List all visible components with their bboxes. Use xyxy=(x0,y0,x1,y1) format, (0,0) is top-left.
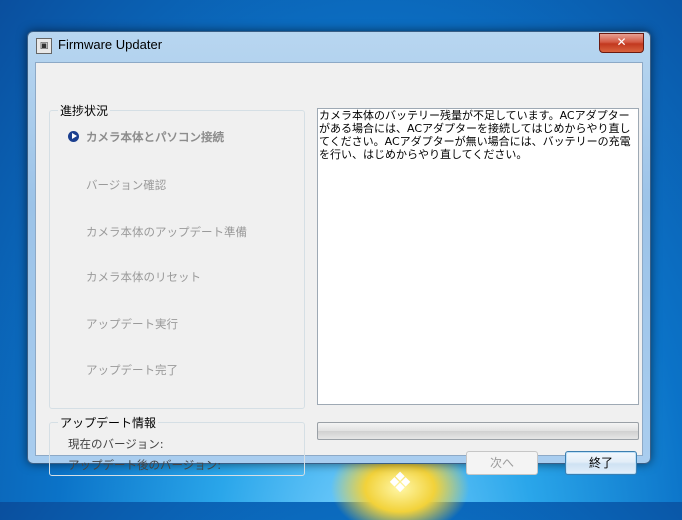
message-textbox[interactable]: カメラ本体のバッテリー残量が不足しています。ACアダプターがある場合には、ACア… xyxy=(317,108,639,405)
updated-version-label: アップデート後のバージョン: xyxy=(68,458,222,472)
window-title: Firmware Updater xyxy=(58,37,163,52)
next-button[interactable]: 次へ xyxy=(466,451,538,475)
app-icon: ▣ xyxy=(36,38,52,54)
step-version-check: バージョン確認 xyxy=(86,178,167,192)
update-info-group: アップデート情報 現在のバージョン: アップデート後のバージョン: xyxy=(49,414,305,476)
step-camera-connect: カメラ本体とパソコン接続 xyxy=(86,130,224,144)
step-update-complete: アップデート完了 xyxy=(86,363,178,377)
step-update-execute: アップデート実行 xyxy=(86,317,178,331)
wallpaper-flower-icon: ❖ xyxy=(387,466,413,499)
end-button[interactable]: 終了 xyxy=(565,451,637,475)
update-info-legend: アップデート情報 xyxy=(58,414,159,431)
step-update-prepare: カメラ本体のアップデート準備 xyxy=(86,225,247,239)
close-button[interactable]: ✕ xyxy=(599,33,644,53)
update-progress-bar xyxy=(317,422,639,440)
dialog-client-area: 進捗状況 カメラ本体とパソコン接続 バージョン確認 カメラ本体のアップデート準備… xyxy=(35,62,643,476)
progress-group: 進捗状況 カメラ本体とパソコン接続 バージョン確認 カメラ本体のアップデート準備… xyxy=(49,102,305,409)
current-step-arrow-icon xyxy=(68,131,79,142)
current-version-label: 現在のバージョン: xyxy=(68,437,164,451)
title-bar[interactable]: ▣ Firmware Updater ✕ xyxy=(28,32,650,60)
step-camera-reset: カメラ本体のリセット xyxy=(86,270,201,284)
progress-legend: 進捗状況 xyxy=(58,102,111,119)
firmware-updater-window: ▣ Firmware Updater ✕ 進捗状況 カメラ本体とパソコン接続 バ… xyxy=(27,31,651,476)
